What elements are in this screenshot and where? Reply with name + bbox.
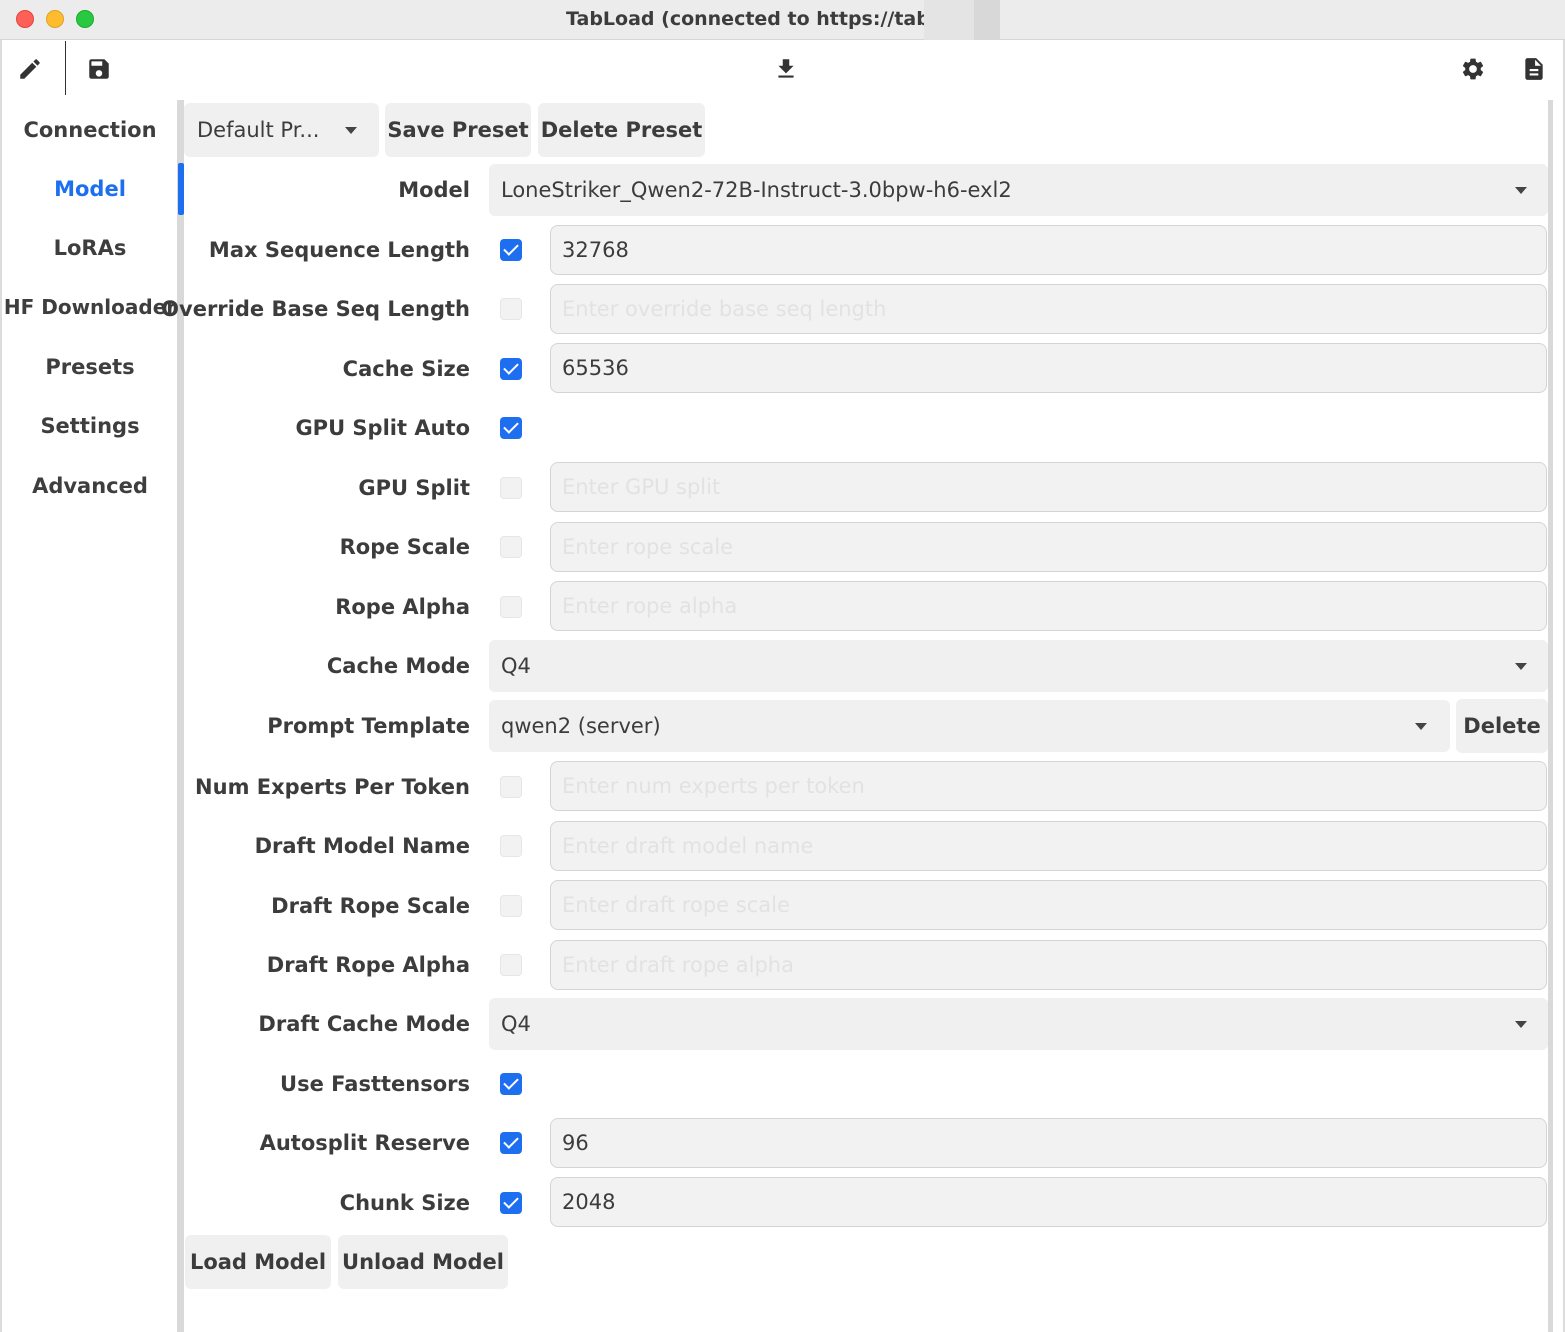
override-base-seq-len-checkbox[interactable] bbox=[500, 298, 522, 320]
gpu-split-label: GPU Split bbox=[358, 476, 470, 500]
draft-model-name-checkbox[interactable] bbox=[500, 835, 522, 857]
main-scrollbar[interactable] bbox=[1548, 100, 1553, 1332]
max-seq-len-input[interactable]: 32768 bbox=[550, 225, 1547, 275]
chevron-down-icon bbox=[1515, 663, 1527, 670]
prompt-template-value: qwen2 (server) bbox=[501, 714, 661, 738]
override-base-seq-len-input[interactable]: Enter override base seq length bbox=[550, 284, 1547, 334]
chunk-size-checkbox[interactable] bbox=[500, 1192, 522, 1214]
preset-select-value: Default Pr... bbox=[197, 118, 320, 142]
draft-rope-alpha-checkbox[interactable] bbox=[500, 954, 522, 976]
model-label: Model bbox=[398, 178, 470, 202]
minimize-window-button[interactable] bbox=[46, 10, 64, 28]
document-icon[interactable] bbox=[1520, 55, 1548, 83]
gpu-split-auto-checkbox[interactable] bbox=[500, 417, 522, 439]
cache-size-input[interactable]: 65536 bbox=[550, 343, 1547, 393]
delete-template-button[interactable]: Delete bbox=[1456, 699, 1548, 753]
draft-model-name-input[interactable]: Enter draft model name bbox=[550, 821, 1547, 871]
model-select[interactable]: LoneStriker_Qwen2-72B-Instruct-3.0bpw-h6… bbox=[489, 164, 1548, 216]
load-model-button[interactable]: Load Model bbox=[185, 1235, 331, 1289]
save-icon[interactable] bbox=[85, 55, 113, 83]
cache-mode-select[interactable]: Q4 bbox=[489, 640, 1548, 692]
maximize-window-button[interactable] bbox=[76, 10, 94, 28]
gpu-split-checkbox[interactable] bbox=[500, 477, 522, 499]
chevron-down-icon bbox=[1515, 187, 1527, 194]
rope-scale-input[interactable]: Enter rope scale bbox=[550, 522, 1547, 572]
chunk-size-label: Chunk Size bbox=[339, 1191, 470, 1215]
draft-rope-scale-checkbox[interactable] bbox=[500, 895, 522, 917]
sidebar-item-hf-downloader[interactable]: HF Downloader bbox=[2, 287, 178, 327]
max-seq-len-checkbox[interactable] bbox=[500, 239, 522, 261]
draft-rope-alpha-input[interactable]: Enter draft rope alpha bbox=[550, 940, 1547, 990]
max-seq-len-label: Max Sequence Length bbox=[208, 238, 470, 262]
sidebar-item-advanced[interactable]: Advanced bbox=[2, 466, 178, 506]
edit-icon[interactable] bbox=[16, 55, 44, 83]
num-experts-label: Num Experts Per Token bbox=[195, 775, 470, 799]
draft-cache-mode-label: Draft Cache Mode bbox=[258, 1012, 470, 1036]
sidebar-item-loras[interactable]: LoRAs bbox=[2, 228, 178, 268]
num-experts-input[interactable]: Enter num experts per token bbox=[550, 761, 1547, 811]
draft-rope-scale-label: Draft Rope Scale bbox=[271, 894, 470, 918]
download-icon[interactable] bbox=[772, 55, 800, 83]
rope-alpha-label: Rope Alpha bbox=[335, 595, 470, 619]
window-title: TabLoad (connected to https://tabby bbox=[566, 8, 956, 30]
cache-size-checkbox[interactable] bbox=[500, 358, 522, 380]
num-experts-checkbox[interactable] bbox=[500, 776, 522, 798]
rope-alpha-input[interactable]: Enter rope alpha bbox=[550, 581, 1547, 631]
chevron-down-icon bbox=[1415, 723, 1427, 730]
draft-rope-alpha-label: Draft Rope Alpha bbox=[266, 953, 470, 977]
draft-model-name-label: Draft Model Name bbox=[254, 834, 470, 858]
close-window-button[interactable] bbox=[16, 10, 34, 28]
sidebar-item-settings[interactable]: Settings bbox=[2, 406, 178, 446]
toolbar-separator bbox=[65, 41, 66, 95]
autosplit-reserve-label: Autosplit Reserve bbox=[259, 1131, 470, 1155]
draft-cache-mode-select[interactable]: Q4 bbox=[489, 998, 1548, 1050]
cache-mode-label: Cache Mode bbox=[326, 654, 470, 678]
sidebar: Connection Model LoRAs HF Downloader Pre… bbox=[2, 100, 178, 1332]
override-base-seq-len-label: Override Base Seq Length bbox=[161, 297, 470, 321]
gpu-split-auto-label: GPU Split Auto bbox=[295, 416, 470, 440]
preset-select[interactable]: Default Pr... bbox=[184, 103, 379, 157]
sidebar-item-model[interactable]: Model bbox=[2, 169, 178, 209]
prompt-template-select[interactable]: qwen2 (server) bbox=[489, 700, 1450, 752]
autosplit-reserve-checkbox[interactable] bbox=[500, 1132, 522, 1154]
toolbar bbox=[2, 41, 1563, 97]
rope-scale-label: Rope Scale bbox=[339, 535, 470, 559]
use-fasttensors-checkbox[interactable] bbox=[500, 1073, 522, 1095]
title-bar: TabLoad (connected to https://tabby bbox=[0, 0, 1565, 40]
sidebar-item-presets[interactable]: Presets bbox=[2, 347, 178, 387]
prompt-template-label: Prompt Template bbox=[267, 714, 470, 738]
rope-alpha-checkbox[interactable] bbox=[500, 596, 522, 618]
cache-size-label: Cache Size bbox=[342, 357, 470, 381]
model-select-value: LoneStriker_Qwen2-72B-Instruct-3.0bpw-h6… bbox=[501, 178, 1012, 202]
unload-model-button[interactable]: Unload Model bbox=[338, 1235, 508, 1289]
gpu-split-input[interactable]: Enter GPU split bbox=[550, 462, 1547, 512]
sidebar-item-connection[interactable]: Connection bbox=[2, 110, 178, 150]
draft-rope-scale-input[interactable]: Enter draft rope scale bbox=[550, 880, 1547, 930]
draft-cache-mode-value: Q4 bbox=[501, 1012, 531, 1036]
title-redaction bbox=[924, 0, 1000, 40]
autosplit-reserve-input[interactable]: 96 bbox=[550, 1118, 1547, 1168]
sidebar-divider bbox=[177, 100, 184, 1332]
save-preset-button[interactable]: Save Preset bbox=[385, 103, 531, 157]
gear-icon[interactable] bbox=[1459, 55, 1487, 83]
delete-preset-button[interactable]: Delete Preset bbox=[538, 103, 705, 157]
use-fasttensors-label: Use Fasttensors bbox=[280, 1072, 470, 1096]
rope-scale-checkbox[interactable] bbox=[500, 536, 522, 558]
chevron-down-icon bbox=[345, 127, 357, 134]
chunk-size-input[interactable]: 2048 bbox=[550, 1177, 1547, 1227]
cache-mode-value: Q4 bbox=[501, 654, 531, 678]
model-panel: Default Pr... Save Preset Delete Preset … bbox=[161, 100, 1548, 1332]
chevron-down-icon bbox=[1515, 1021, 1527, 1028]
